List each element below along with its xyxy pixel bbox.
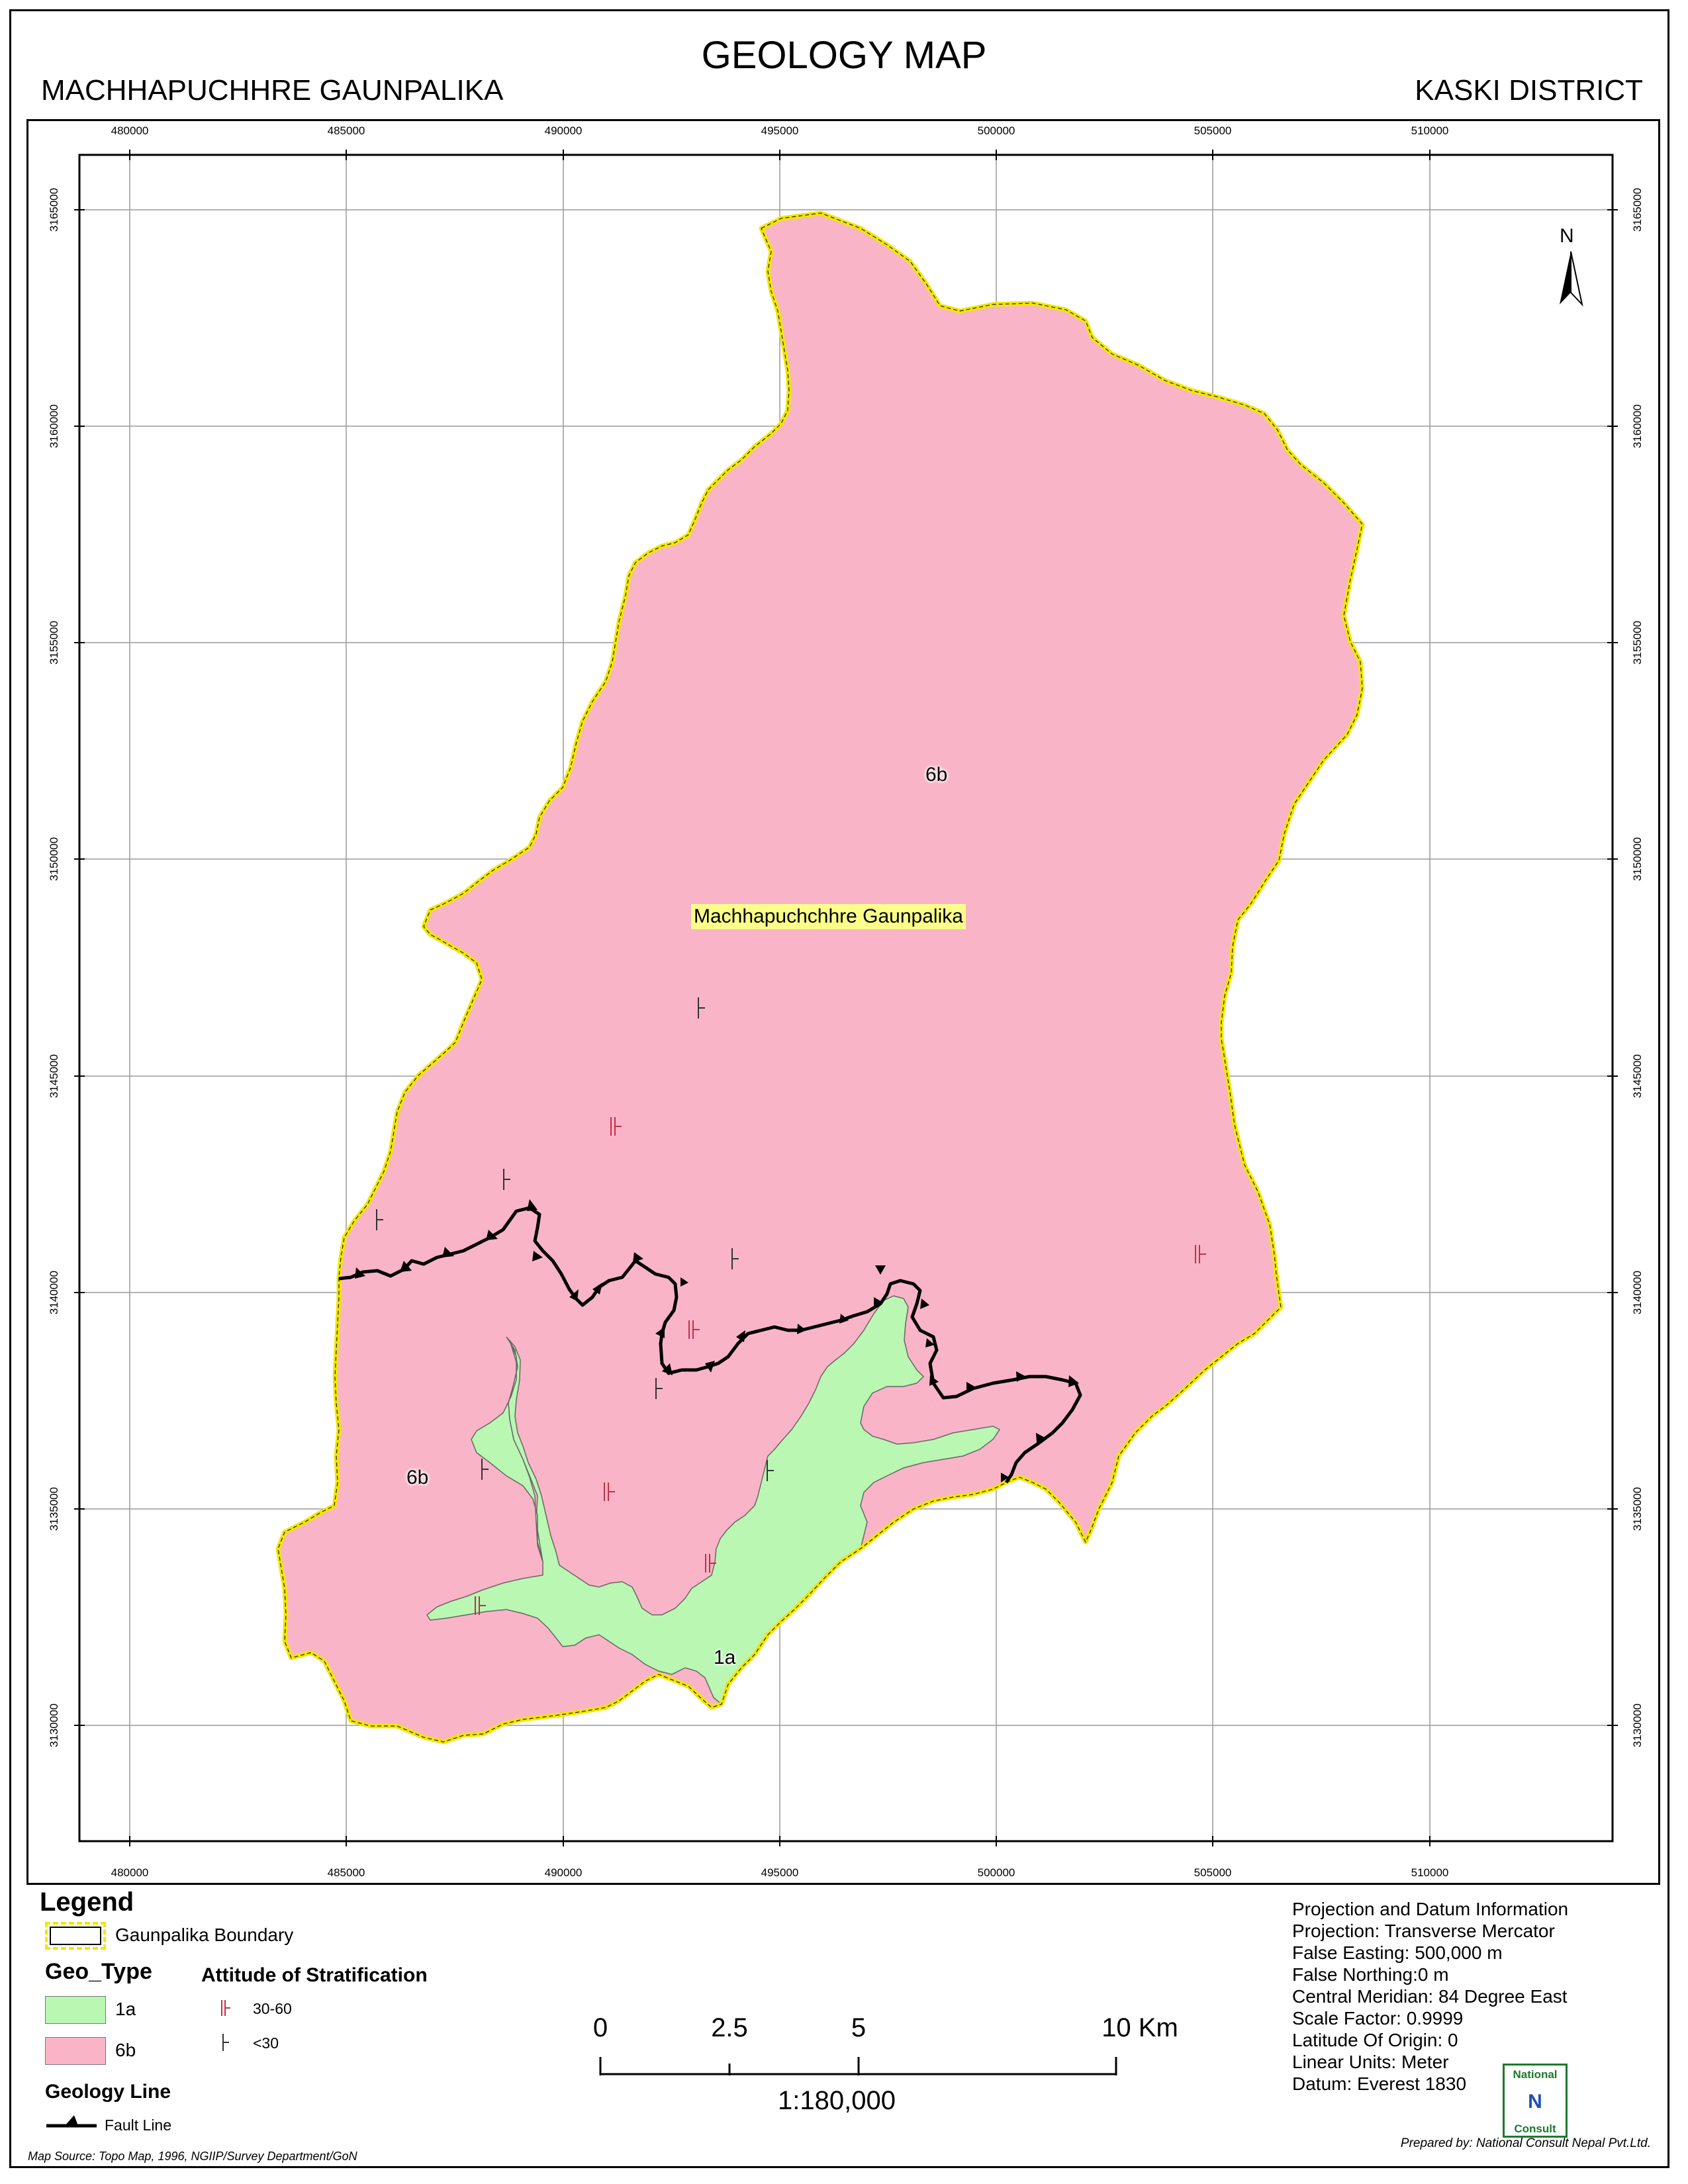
tick-left-3130000: 3130000 [48, 1703, 60, 1748]
tick-right-3140000: 3140000 [1631, 1270, 1644, 1315]
legend-swatch-6b [45, 2037, 106, 2065]
scale-bar [599, 2057, 1117, 2075]
tick-left-3145000: 3145000 [48, 1054, 60, 1099]
projection-line: Scale Factor: 0.9999 [1292, 2008, 1464, 2028]
tick-bottom-500000: 500000 [977, 1866, 1015, 1879]
logo-letter: N [1528, 2091, 1542, 2113]
logo-bottom-text: Consult [1514, 2122, 1556, 2135]
tick-right-3135000: 3135000 [1631, 1486, 1644, 1531]
tick-right-3150000: 3150000 [1631, 837, 1644, 882]
legend-boundary-swatch [45, 1922, 106, 1950]
projection-line: False Easting: 500,000 m [1292, 1942, 1503, 1963]
legend-attitude-30-60-label: 30-60 [253, 2000, 292, 2017]
projection-heading: Projection and Datum Information [1292, 1899, 1569, 1919]
projection-line: Central Meridian: 84 Degree East [1292, 1986, 1568, 2007]
tick-bottom-480000: 480000 [111, 1866, 149, 1879]
municipality-map-label: Machhapuchchhre Gaunpalika [691, 904, 966, 929]
tick-top-510000: 510000 [1411, 124, 1449, 137]
tick-right-3145000: 3145000 [1631, 1054, 1644, 1099]
legend-label-1a: 1a [115, 1999, 136, 2019]
legend-geology-line-heading: Geology Line [45, 2081, 171, 2103]
north-arrow-label: N [1560, 225, 1574, 247]
tick-bottom-485000: 485000 [327, 1866, 365, 1879]
legend-label-6b: 6b [115, 2040, 136, 2060]
scale-ratio: 1:180,000 [778, 2086, 896, 2115]
map-label-6b-south: 6b [406, 1467, 429, 1488]
legend-boundary-label: Gaunpalika Boundary [115, 1925, 294, 1945]
logo-top-text: National [1513, 2068, 1558, 2081]
tick-bottom-505000: 505000 [1194, 1866, 1232, 1879]
legend-attitude-lt-30-symbol [222, 2034, 229, 2051]
tick-top-490000: 490000 [544, 124, 583, 137]
tick-top-480000: 480000 [111, 124, 149, 137]
map-source-note: Map Source: Topo Map, 1996, NGIIP/Survey… [28, 2150, 357, 2163]
tick-left-3155000: 3155000 [48, 620, 60, 665]
scale-label-5: 5 [851, 2013, 867, 2042]
scale-label-10-km: 10 Km [1102, 2013, 1178, 2042]
tick-right-3155000: 3155000 [1631, 620, 1644, 665]
company-logo: National N Consult [1503, 2064, 1568, 2138]
tick-left-3165000: 3165000 [48, 187, 60, 232]
legend-fault-line-label: Fault Line [105, 2116, 172, 2134]
tick-right-3130000: 3130000 [1631, 1703, 1644, 1748]
north-arrow-icon [1560, 251, 1583, 307]
tick-bottom-495000: 495000 [761, 1866, 799, 1879]
prepared-by-note: Prepared by: National Consult Nepal Pvt.… [1400, 2136, 1651, 2150]
legend-attitude-30-60-symbol [221, 2000, 230, 2016]
tick-left-3135000: 3135000 [48, 1486, 60, 1531]
tick-left-3140000: 3140000 [48, 1270, 60, 1315]
tick-right-3165000: 3165000 [1631, 187, 1644, 232]
tick-left-3150000: 3150000 [48, 837, 60, 882]
tick-top-505000: 505000 [1194, 124, 1232, 137]
tick-bottom-490000: 490000 [544, 1866, 583, 1879]
projection-line: Projection: Transverse Mercator [1292, 1921, 1555, 1941]
legend-swatch-1a [45, 1996, 106, 2024]
scale-label-0: 0 [592, 2013, 608, 2042]
tick-left-3160000: 3160000 [48, 404, 60, 449]
map-canvas[interactable] [0, 0, 1688, 2184]
tick-top-500000: 500000 [977, 124, 1015, 137]
legend-fault-line-symbol [46, 2115, 97, 2128]
projection-line: False Northing:0 m [1292, 1964, 1449, 1985]
legend-title: Legend [40, 1888, 134, 1917]
projection-line: Latitude Of Origin: 0 [1292, 2030, 1458, 2050]
map-label-6b-north: 6b [925, 764, 948, 786]
legend-attitude-lt-30-label: <30 [253, 2034, 279, 2052]
tick-right-3160000: 3160000 [1631, 404, 1644, 449]
legend-geo-type-heading: Geo_Type [45, 1959, 152, 1984]
tick-top-495000: 495000 [761, 124, 799, 137]
legend-attitude-heading: Attitude of Stratification [201, 1964, 428, 1986]
tick-top-485000: 485000 [327, 124, 365, 137]
scale-label-2-5: 2.5 [711, 2013, 748, 2042]
tick-bottom-510000: 510000 [1411, 1866, 1449, 1879]
map-label-1a: 1a [714, 1647, 736, 1668]
